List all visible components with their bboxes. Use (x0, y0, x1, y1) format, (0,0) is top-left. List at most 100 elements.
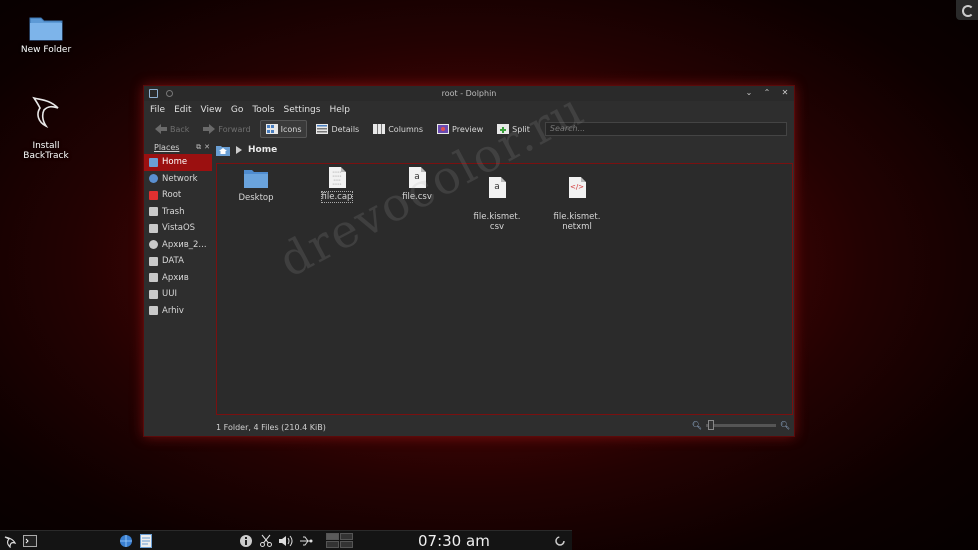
desktop-icon-label: Install BackTrack (23, 141, 69, 161)
places-item-label: Arhiv (162, 305, 184, 316)
pager-desktop-4[interactable] (340, 541, 353, 548)
close-panel-icon[interactable]: ✕ (204, 143, 210, 152)
chevron-right-icon[interactable] (236, 146, 242, 154)
places-item-label: Home (162, 157, 188, 168)
forward-button[interactable]: Forward (198, 120, 255, 138)
places-title: Places (154, 143, 180, 152)
places-item-arhiv[interactable]: Arhiv (144, 303, 212, 320)
title-bar[interactable]: root - Dolphin ⌄ ⌃ ✕ (144, 86, 794, 101)
details-view-button[interactable]: Details (311, 120, 364, 138)
zoom-out-icon[interactable]: 🔍︎ (692, 421, 702, 430)
menu-settings[interactable]: Settings (284, 105, 321, 115)
places-item-root[interactable]: Root (144, 187, 212, 204)
maximize-button[interactable]: ⌃ (762, 88, 772, 98)
taskbar: 07:30 am (0, 530, 572, 550)
desktop-toolbox-button[interactable] (956, 0, 978, 20)
usb-devices-button[interactable] (296, 532, 316, 550)
toolbar: Back Forward Icons Details Columns Previ… (144, 118, 794, 140)
drive-icon (149, 223, 158, 233)
places-item-home[interactable]: Home (144, 154, 212, 171)
file-glyph: a (414, 172, 420, 182)
terminal-icon (23, 534, 37, 547)
terminal-launcher[interactable] (20, 532, 40, 550)
pin-icon[interactable] (166, 90, 173, 97)
usb-icon (300, 536, 313, 545)
menu-file[interactable]: File (150, 105, 165, 115)
breadcrumb[interactable]: Home (214, 141, 794, 159)
pager-desktop-3[interactable] (326, 541, 339, 548)
file-item-file-cap[interactable]: ∙∙∙∙∙ ∙∙∙∙∙ ∙∙∙∙ ∙∙∙∙∙ file.cap (302, 167, 372, 203)
places-item-network[interactable]: Network (144, 171, 212, 188)
menu-edit[interactable]: Edit (174, 105, 191, 115)
main-view: Home Desktop ∙∙∙∙∙ ∙∙∙∙∙ ∙∙∙∙ ∙∙∙∙∙ file… (214, 141, 794, 415)
file-glyph: a (494, 182, 500, 192)
status-text: 1 Folder, 4 Files (210.4 KiB) (216, 422, 326, 432)
columns-view-icon (373, 124, 386, 134)
dolphin-app-icon[interactable] (149, 89, 158, 98)
zoom-slider[interactable] (705, 420, 776, 430)
menu-tools[interactable]: Tools (252, 105, 274, 115)
icons-view-button[interactable]: Icons (259, 120, 308, 138)
columns-view-button[interactable]: Columns (368, 120, 428, 138)
klipper-button[interactable] (256, 532, 276, 550)
minimize-button[interactable]: ⌄ (744, 88, 754, 98)
file-item-file-kismet-csv[interactable]: a file.kismet. csv (462, 167, 532, 232)
file-item-file-kismet-netxml[interactable]: </> file.kismet. netxml (542, 167, 612, 232)
text-file-icon: a (408, 167, 426, 188)
binary-file-icon: ∙∙∙∙∙ ∙∙∙∙∙ ∙∙∙∙ ∙∙∙∙∙ (328, 167, 346, 188)
zoom-in-icon[interactable]: 🔍︎ (780, 421, 790, 430)
places-item-vistaos[interactable]: VistaOS (144, 220, 212, 237)
preview-button[interactable]: Preview (432, 120, 488, 138)
zoom-slider-handle[interactable] (707, 420, 714, 430)
search-input[interactable]: Search... (544, 122, 787, 136)
preview-icon (437, 124, 450, 134)
pager-desktop-2[interactable] (340, 533, 353, 540)
places-item-label: VistaOS (162, 223, 196, 234)
file-name: Desktop (238, 193, 274, 203)
places-item-label: Network (162, 173, 198, 184)
desktop-icon-install-backtrack[interactable]: Install BackTrack (11, 84, 81, 161)
file-name: file.kismet. csv (473, 212, 521, 232)
breadcrumb-current[interactable]: Home (248, 145, 277, 155)
places-item-label: Trash (162, 206, 185, 217)
status-bar: 1 Folder, 4 Files (210.4 KiB) 🔍︎ 🔍︎ (214, 420, 794, 434)
places-item-label: DATA (162, 256, 184, 267)
places-item-uui[interactable]: UUI (144, 286, 212, 303)
file-item-file-csv[interactable]: a file.csv (382, 167, 452, 202)
places-item-label: Архив_2... (162, 239, 207, 250)
root-folder-icon (149, 190, 158, 200)
window-title: root - Dolphin (441, 89, 497, 98)
zoom-control: 🔍︎ 🔍︎ (692, 420, 790, 430)
places-item-trash[interactable]: Trash (144, 204, 212, 221)
places-item-archive[interactable]: Архив (144, 270, 212, 287)
desktop-pager[interactable] (326, 533, 353, 548)
back-button[interactable]: Back (150, 120, 194, 138)
menu-help[interactable]: Help (329, 105, 350, 115)
arrow-right-icon (203, 124, 216, 134)
panel-toolbox-button[interactable] (550, 532, 570, 550)
dolphin-window: root - Dolphin ⌄ ⌃ ✕ File Edit View Go T… (143, 85, 795, 437)
float-panel-icon[interactable]: ⧉ (196, 143, 201, 152)
volume-button[interactable] (276, 532, 296, 550)
file-manager-launcher[interactable] (136, 532, 156, 550)
desktop-icon-new-folder[interactable]: New Folder (11, 14, 81, 55)
split-icon (497, 124, 510, 134)
clock[interactable]: 07:30 am (418, 531, 490, 550)
places-header: Places ⧉ ✕ (144, 141, 212, 154)
menu-go[interactable]: Go (231, 105, 243, 115)
trash-icon (149, 207, 158, 217)
drive-icon (149, 240, 158, 250)
places-item-data[interactable]: DATA (144, 253, 212, 270)
places-item-archive2[interactable]: Архив_2... (144, 237, 212, 254)
browser-launcher[interactable] (116, 532, 136, 550)
kickoff-menu-button[interactable] (0, 532, 20, 550)
menu-bar: File Edit View Go Tools Settings Help (144, 101, 794, 118)
system-info-button[interactable] (236, 532, 256, 550)
home-folder-icon (216, 145, 230, 156)
close-button[interactable]: ✕ (780, 88, 790, 98)
file-item-desktop[interactable]: Desktop (221, 168, 291, 203)
menu-view[interactable]: View (201, 105, 222, 115)
split-button[interactable]: Split (492, 120, 535, 138)
pager-desktop-1[interactable] (326, 533, 339, 540)
file-view-area[interactable]: Desktop ∙∙∙∙∙ ∙∙∙∙∙ ∙∙∙∙ ∙∙∙∙∙ file.cap … (216, 163, 793, 415)
